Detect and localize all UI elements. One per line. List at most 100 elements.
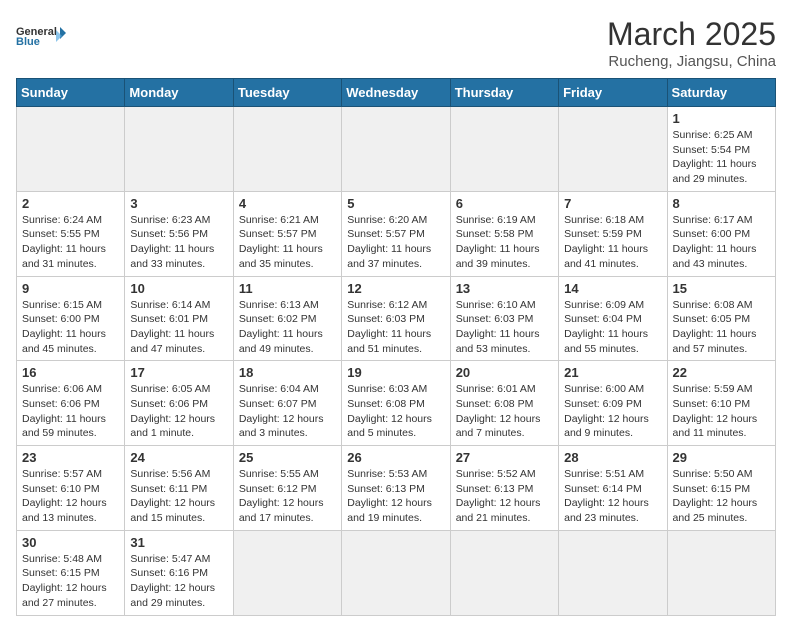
day-number: 16 (22, 365, 119, 380)
calendar-cell: 3 Sunrise: 6:23 AM Sunset: 5:56 PM Dayli… (125, 191, 233, 276)
calendar-cell: 30 Sunrise: 5:48 AM Sunset: 6:15 PM Dayl… (17, 530, 125, 615)
day-number: 15 (673, 281, 770, 296)
day-number: 12 (347, 281, 444, 296)
day-info: Sunrise: 6:17 AM Sunset: 6:00 PM Dayligh… (673, 213, 770, 272)
day-header-monday: Monday (125, 79, 233, 107)
day-info: Sunrise: 6:19 AM Sunset: 5:58 PM Dayligh… (456, 213, 553, 272)
day-number: 26 (347, 450, 444, 465)
calendar-cell: 9 Sunrise: 6:15 AM Sunset: 6:00 PM Dayli… (17, 276, 125, 361)
calendar-cell: 5 Sunrise: 6:20 AM Sunset: 5:57 PM Dayli… (342, 191, 450, 276)
day-number: 30 (22, 535, 119, 550)
calendar-cell: 4 Sunrise: 6:21 AM Sunset: 5:57 PM Dayli… (233, 191, 341, 276)
calendar-cell: 20 Sunrise: 6:01 AM Sunset: 6:08 PM Dayl… (450, 361, 558, 446)
calendar-cell: 12 Sunrise: 6:12 AM Sunset: 6:03 PM Dayl… (342, 276, 450, 361)
calendar-cell: 19 Sunrise: 6:03 AM Sunset: 6:08 PM Dayl… (342, 361, 450, 446)
day-info: Sunrise: 6:09 AM Sunset: 6:04 PM Dayligh… (564, 298, 661, 357)
calendar-cell (559, 107, 667, 192)
day-number: 13 (456, 281, 553, 296)
day-number: 18 (239, 365, 336, 380)
day-info: Sunrise: 6:24 AM Sunset: 5:55 PM Dayligh… (22, 213, 119, 272)
calendar-cell (559, 530, 667, 615)
day-info: Sunrise: 6:03 AM Sunset: 6:08 PM Dayligh… (347, 382, 444, 441)
day-number: 27 (456, 450, 553, 465)
logo: General Blue (16, 16, 66, 56)
day-header-friday: Friday (559, 79, 667, 107)
day-info: Sunrise: 6:21 AM Sunset: 5:57 PM Dayligh… (239, 213, 336, 272)
day-info: Sunrise: 6:05 AM Sunset: 6:06 PM Dayligh… (130, 382, 227, 441)
day-number: 5 (347, 196, 444, 211)
calendar-cell: 31 Sunrise: 5:47 AM Sunset: 6:16 PM Dayl… (125, 530, 233, 615)
calendar-cell: 14 Sunrise: 6:09 AM Sunset: 6:04 PM Dayl… (559, 276, 667, 361)
day-info: Sunrise: 5:53 AM Sunset: 6:13 PM Dayligh… (347, 467, 444, 526)
day-header-sunday: Sunday (17, 79, 125, 107)
calendar-cell: 18 Sunrise: 6:04 AM Sunset: 6:07 PM Dayl… (233, 361, 341, 446)
day-number: 1 (673, 111, 770, 126)
calendar-table: SundayMondayTuesdayWednesdayThursdayFrid… (16, 78, 776, 616)
calendar-cell (450, 530, 558, 615)
logo-svg: General Blue (16, 16, 66, 56)
day-info: Sunrise: 5:59 AM Sunset: 6:10 PM Dayligh… (673, 382, 770, 441)
day-info: Sunrise: 6:10 AM Sunset: 6:03 PM Dayligh… (456, 298, 553, 357)
day-info: Sunrise: 6:00 AM Sunset: 6:09 PM Dayligh… (564, 382, 661, 441)
day-info: Sunrise: 5:48 AM Sunset: 6:15 PM Dayligh… (22, 552, 119, 611)
calendar-cell: 23 Sunrise: 5:57 AM Sunset: 6:10 PM Dayl… (17, 446, 125, 531)
day-number: 3 (130, 196, 227, 211)
location-subtitle: Rucheng, Jiangsu, China (607, 53, 776, 70)
day-header-saturday: Saturday (667, 79, 775, 107)
day-info: Sunrise: 6:01 AM Sunset: 6:08 PM Dayligh… (456, 382, 553, 441)
title-block: March 2025 Rucheng, Jiangsu, China (607, 16, 776, 70)
day-info: Sunrise: 5:55 AM Sunset: 6:12 PM Dayligh… (239, 467, 336, 526)
day-info: Sunrise: 6:14 AM Sunset: 6:01 PM Dayligh… (130, 298, 227, 357)
day-number: 8 (673, 196, 770, 211)
day-number: 17 (130, 365, 227, 380)
calendar-cell: 10 Sunrise: 6:14 AM Sunset: 6:01 PM Dayl… (125, 276, 233, 361)
calendar-cell (342, 107, 450, 192)
day-number: 11 (239, 281, 336, 296)
calendar-cell: 2 Sunrise: 6:24 AM Sunset: 5:55 PM Dayli… (17, 191, 125, 276)
day-info: Sunrise: 6:13 AM Sunset: 6:02 PM Dayligh… (239, 298, 336, 357)
calendar-cell: 8 Sunrise: 6:17 AM Sunset: 6:00 PM Dayli… (667, 191, 775, 276)
day-number: 29 (673, 450, 770, 465)
day-number: 19 (347, 365, 444, 380)
calendar-cell: 17 Sunrise: 6:05 AM Sunset: 6:06 PM Dayl… (125, 361, 233, 446)
month-year-title: March 2025 (607, 16, 776, 53)
calendar-cell (667, 530, 775, 615)
calendar-cell: 13 Sunrise: 6:10 AM Sunset: 6:03 PM Dayl… (450, 276, 558, 361)
day-number: 24 (130, 450, 227, 465)
day-number: 22 (673, 365, 770, 380)
day-info: Sunrise: 6:25 AM Sunset: 5:54 PM Dayligh… (673, 128, 770, 187)
day-number: 14 (564, 281, 661, 296)
day-info: Sunrise: 6:15 AM Sunset: 6:00 PM Dayligh… (22, 298, 119, 357)
day-info: Sunrise: 6:20 AM Sunset: 5:57 PM Dayligh… (347, 213, 444, 272)
calendar-cell (125, 107, 233, 192)
day-number: 7 (564, 196, 661, 211)
day-number: 20 (456, 365, 553, 380)
svg-text:Blue: Blue (16, 36, 40, 48)
calendar-cell: 22 Sunrise: 5:59 AM Sunset: 6:10 PM Dayl… (667, 361, 775, 446)
day-info: Sunrise: 5:51 AM Sunset: 6:14 PM Dayligh… (564, 467, 661, 526)
day-number: 9 (22, 281, 119, 296)
day-info: Sunrise: 6:08 AM Sunset: 6:05 PM Dayligh… (673, 298, 770, 357)
calendar-cell: 11 Sunrise: 6:13 AM Sunset: 6:02 PM Dayl… (233, 276, 341, 361)
day-number: 21 (564, 365, 661, 380)
day-info: Sunrise: 6:18 AM Sunset: 5:59 PM Dayligh… (564, 213, 661, 272)
day-info: Sunrise: 5:52 AM Sunset: 6:13 PM Dayligh… (456, 467, 553, 526)
calendar-cell: 27 Sunrise: 5:52 AM Sunset: 6:13 PM Dayl… (450, 446, 558, 531)
day-number: 4 (239, 196, 336, 211)
day-number: 31 (130, 535, 227, 550)
calendar-cell: 6 Sunrise: 6:19 AM Sunset: 5:58 PM Dayli… (450, 191, 558, 276)
day-info: Sunrise: 5:47 AM Sunset: 6:16 PM Dayligh… (130, 552, 227, 611)
day-info: Sunrise: 6:12 AM Sunset: 6:03 PM Dayligh… (347, 298, 444, 357)
calendar-cell: 1 Sunrise: 6:25 AM Sunset: 5:54 PM Dayli… (667, 107, 775, 192)
calendar-cell: 15 Sunrise: 6:08 AM Sunset: 6:05 PM Dayl… (667, 276, 775, 361)
day-number: 2 (22, 196, 119, 211)
calendar-cell: 7 Sunrise: 6:18 AM Sunset: 5:59 PM Dayli… (559, 191, 667, 276)
calendar-cell (17, 107, 125, 192)
day-header-wednesday: Wednesday (342, 79, 450, 107)
day-info: Sunrise: 5:57 AM Sunset: 6:10 PM Dayligh… (22, 467, 119, 526)
day-info: Sunrise: 5:50 AM Sunset: 6:15 PM Dayligh… (673, 467, 770, 526)
calendar-cell (450, 107, 558, 192)
calendar-cell: 24 Sunrise: 5:56 AM Sunset: 6:11 PM Dayl… (125, 446, 233, 531)
day-info: Sunrise: 5:56 AM Sunset: 6:11 PM Dayligh… (130, 467, 227, 526)
calendar-cell (342, 530, 450, 615)
